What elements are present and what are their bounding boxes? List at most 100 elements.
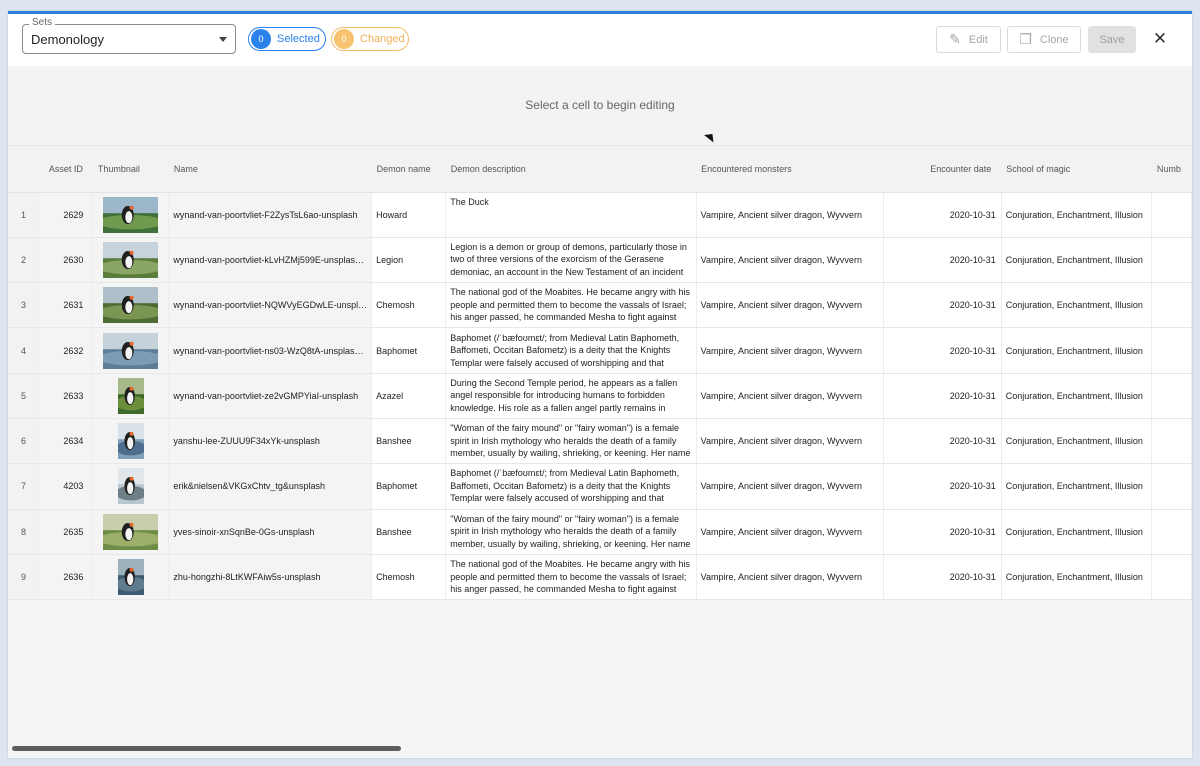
- number-cell[interactable]: [1151, 282, 1192, 329]
- thumbnail-cell[interactable]: [92, 509, 170, 555]
- encountered-monsters-cell[interactable]: Vampire, Ancient silver dragon, Wyvvern: [696, 373, 885, 419]
- header-demon-name[interactable]: Demon name: [371, 146, 446, 193]
- number-cell[interactable]: [1151, 192, 1192, 238]
- demon-description-cell[interactable]: The national god of the Moabites. He bec…: [445, 554, 697, 601]
- demon-name-cell[interactable]: Chemosh: [371, 554, 447, 601]
- table-row[interactable]: 8 2635 yves-sinoir-xnSqnBe-0Gs-unsplash Ban…: [8, 509, 1192, 555]
- demon-description-cell[interactable]: The Duck: [445, 192, 697, 238]
- asset-id-cell[interactable]: 2634: [38, 418, 94, 465]
- asset-id-cell[interactable]: 2636: [38, 554, 94, 601]
- encountered-monsters-cell[interactable]: Vampire, Ancient silver dragon, Wyvvern: [696, 327, 885, 374]
- name-cell[interactable]: wynand-van-poortvliet-ns03-WzQ8tA-unspla…: [168, 327, 373, 374]
- save-button[interactable]: Save: [1088, 26, 1136, 53]
- name-cell[interactable]: wynand-van-poortvliet-ze2vGMPYiaI-unspla…: [168, 373, 373, 419]
- number-cell[interactable]: [1151, 418, 1192, 465]
- demon-name-cell[interactable]: Legion: [371, 237, 447, 284]
- name-cell[interactable]: erik&nielsen&VKGxChtv_tg&unsplash: [168, 463, 373, 510]
- school-of-magic-cell[interactable]: Conjuration, Enchantment, Illusion: [1001, 192, 1153, 238]
- number-cell[interactable]: [1151, 237, 1192, 284]
- asset-id-cell[interactable]: 2630: [38, 237, 94, 284]
- asset-id-cell[interactable]: 2631: [38, 282, 94, 329]
- encountered-monsters-cell[interactable]: Vampire, Ancient silver dragon, Wyvvern: [696, 554, 885, 601]
- school-of-magic-cell[interactable]: Conjuration, Enchantment, Illusion: [1001, 282, 1153, 329]
- encountered-monsters-cell[interactable]: Vampire, Ancient silver dragon, Wyvvern: [696, 509, 885, 555]
- encounter-date-cell[interactable]: 2020-10-31: [883, 237, 1002, 284]
- demon-description-cell[interactable]: Baphomet (/ˈbæfoʊmɛt/; from Medieval Lat…: [445, 327, 697, 374]
- school-of-magic-cell[interactable]: Conjuration, Enchantment, Illusion: [1001, 554, 1153, 601]
- name-cell[interactable]: zhu-hongzhi-8LtKWFAiw5s-unsplash: [168, 554, 373, 601]
- table-row[interactable]: 9 2636 zhu-hongzhi-8LtKWFAiw5s-unsplash Che…: [8, 554, 1192, 601]
- number-cell[interactable]: [1151, 463, 1192, 510]
- number-cell[interactable]: [1151, 554, 1192, 601]
- asset-id-cell[interactable]: 4203: [38, 463, 94, 510]
- edit-button[interactable]: ✎ Edit: [936, 26, 1001, 53]
- name-cell[interactable]: yves-sinoir-xnSqnBe-0Gs-unsplash: [168, 509, 373, 555]
- number-cell[interactable]: [1151, 509, 1192, 555]
- sets-dropdown[interactable]: Sets Demonology: [22, 17, 236, 54]
- table-row[interactable]: 5 2633 wynand-van-poortvliet-ze2vGMPYiaI-u…: [8, 373, 1192, 419]
- thumbnail-cell[interactable]: [92, 418, 170, 465]
- demon-name-cell[interactable]: Baphomet: [371, 327, 447, 374]
- thumbnail-cell[interactable]: [92, 282, 170, 329]
- encountered-monsters-cell[interactable]: Vampire, Ancient silver dragon, Wyvvern: [696, 237, 885, 284]
- table-row[interactable]: 4 2632 wynand-van-poortvliet-ns03-WzQ8tA-u…: [8, 327, 1192, 374]
- thumbnail-cell[interactable]: [92, 327, 170, 374]
- encounter-date-cell[interactable]: 2020-10-31: [883, 509, 1002, 555]
- table-row[interactable]: 7 4203 erik&nielsen&VKGxChtv_tg&unsplash Ba…: [8, 463, 1192, 510]
- header-demon-description[interactable]: Demon description: [445, 146, 697, 193]
- demon-description-cell[interactable]: Baphomet (/ˈbæfoʊmɛt/; from Medieval Lat…: [445, 463, 697, 510]
- asset-id-cell[interactable]: 2635: [38, 509, 94, 555]
- changed-chip[interactable]: 0 Changed: [331, 27, 409, 51]
- asset-id-cell[interactable]: 2629: [38, 192, 94, 238]
- close-icon[interactable]: ✕: [1150, 29, 1170, 49]
- demon-description-cell[interactable]: "Woman of the fairy mound" or "fairy wom…: [445, 509, 697, 555]
- name-cell[interactable]: wynand-van-poortvliet-NQWVyEGDwLE-unspl…: [168, 282, 373, 329]
- demon-description-cell[interactable]: Legion is a demon or group of demons, pa…: [445, 237, 697, 284]
- table-row[interactable]: 3 2631 wynand-van-poortvliet-NQWVyEGDwLE-u…: [8, 282, 1192, 329]
- scrollbar-thumb[interactable]: [12, 746, 401, 751]
- header-name[interactable]: Name: [168, 146, 372, 193]
- name-cell[interactable]: wynand-van-poortvliet-F2ZysTsL6ao-unspla…: [168, 192, 373, 238]
- school-of-magic-cell[interactable]: Conjuration, Enchantment, Illusion: [1001, 373, 1153, 419]
- clone-button[interactable]: ❐ Clone: [1007, 26, 1081, 53]
- demon-description-cell[interactable]: During the Second Temple period, he appe…: [445, 373, 697, 419]
- school-of-magic-cell[interactable]: Conjuration, Enchantment, Illusion: [1001, 327, 1153, 374]
- table-row[interactable]: 2 2630 wynand-van-poortvliet-kLvHZMj599E-u…: [8, 237, 1192, 284]
- number-cell[interactable]: [1151, 373, 1192, 419]
- name-cell[interactable]: wynand-van-poortvliet-kLvHZMj599E-unspla…: [168, 237, 373, 284]
- demon-name-cell[interactable]: Azazel: [371, 373, 447, 419]
- thumbnail-cell[interactable]: [92, 237, 170, 284]
- demon-description-cell[interactable]: "Woman of the fairy mound" or "fairy wom…: [445, 418, 697, 465]
- header-thumbnail[interactable]: Thumbnail: [92, 146, 169, 193]
- encountered-monsters-cell[interactable]: Vampire, Ancient silver dragon, Wyvvern: [696, 192, 885, 238]
- encounter-date-cell[interactable]: 2020-10-31: [883, 192, 1002, 238]
- number-cell[interactable]: [1151, 327, 1192, 374]
- demon-name-cell[interactable]: Chemosh: [371, 282, 447, 329]
- asset-id-cell[interactable]: 2633: [38, 373, 94, 419]
- header-encountered-monsters[interactable]: Encountered monsters: [696, 146, 884, 193]
- demon-name-cell[interactable]: Howard: [371, 192, 447, 238]
- table-row[interactable]: 1 2629 wynand-van-poortvliet-F2ZysTsL6ao-u…: [8, 192, 1192, 238]
- header-encounter-date[interactable]: Encounter date: [883, 146, 1002, 193]
- school-of-magic-cell[interactable]: Conjuration, Enchantment, Illusion: [1001, 509, 1153, 555]
- thumbnail-cell[interactable]: [92, 554, 170, 601]
- thumbnail-cell[interactable]: [92, 373, 170, 419]
- name-cell[interactable]: yanshu-lee-ZUUU9F34xYk-unsplash: [168, 418, 373, 465]
- encountered-monsters-cell[interactable]: Vampire, Ancient silver dragon, Wyvvern: [696, 418, 885, 465]
- asset-id-cell[interactable]: 2632: [38, 327, 94, 374]
- school-of-magic-cell[interactable]: Conjuration, Enchantment, Illusion: [1001, 237, 1153, 284]
- encountered-monsters-cell[interactable]: Vampire, Ancient silver dragon, Wyvvern: [696, 282, 885, 329]
- thumbnail-cell[interactable]: [92, 463, 170, 510]
- horizontal-scrollbar[interactable]: [8, 739, 1192, 758]
- demon-name-cell[interactable]: Banshee: [371, 418, 447, 465]
- header-school-of-magic[interactable]: School of magic: [1001, 146, 1152, 193]
- demon-name-cell[interactable]: Banshee: [371, 509, 447, 555]
- header-number[interactable]: Numb: [1151, 146, 1192, 193]
- table-row[interactable]: 6 2634 yanshu-lee-ZUUU9F34xYk-unsplash Bans…: [8, 418, 1192, 465]
- header-asset-id[interactable]: Asset ID: [38, 146, 93, 193]
- encountered-monsters-cell[interactable]: Vampire, Ancient silver dragon, Wyvvern: [696, 463, 885, 510]
- thumbnail-cell[interactable]: [92, 192, 170, 238]
- encounter-date-cell[interactable]: 2020-10-31: [883, 327, 1002, 374]
- demon-description-cell[interactable]: The national god of the Moabites. He bec…: [445, 282, 697, 329]
- encounter-date-cell[interactable]: 2020-10-31: [883, 418, 1002, 465]
